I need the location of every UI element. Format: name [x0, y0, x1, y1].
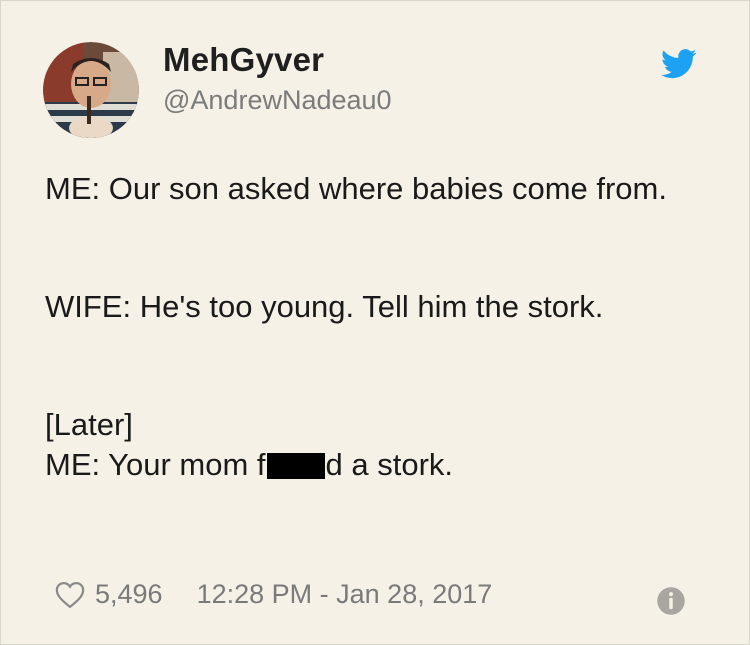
- twitter-bird-icon[interactable]: [661, 49, 697, 79]
- timestamp[interactable]: 12:28 PM - Jan 28, 2017: [197, 579, 493, 610]
- display-name[interactable]: MehGyver: [163, 41, 324, 79]
- tweet-text-before-redaction: ME: Your mom f: [45, 447, 266, 482]
- tweet-paragraph-3-line-2: ME: Your mom f d a stork.: [45, 445, 725, 485]
- heart-icon[interactable]: [55, 581, 85, 609]
- redaction-bar: [266, 453, 325, 479]
- like-count[interactable]: 5,496: [95, 579, 163, 610]
- tweet-card: MehGyver @AndrewNadeau0 ME: Our son aske…: [0, 0, 750, 645]
- tweet-text-after-redaction: d a stork.: [325, 447, 454, 482]
- user-handle[interactable]: @AndrewNadeau0: [163, 85, 392, 116]
- tweet-paragraph-3-line-1: [Later]: [45, 407, 133, 442]
- tweet-paragraph-1: ME: Our son asked where babies come from…: [45, 171, 667, 206]
- tweet-footer: 5,496 12:28 PM - Jan 28, 2017: [55, 579, 492, 610]
- info-icon[interactable]: [656, 586, 686, 616]
- avatar-image: [43, 42, 139, 138]
- tweet-paragraph-2: WIFE: He's too young. Tell him the stork…: [45, 289, 604, 324]
- tweet-body: ME: Our son asked where babies come from…: [45, 169, 725, 485]
- avatar[interactable]: [43, 42, 139, 138]
